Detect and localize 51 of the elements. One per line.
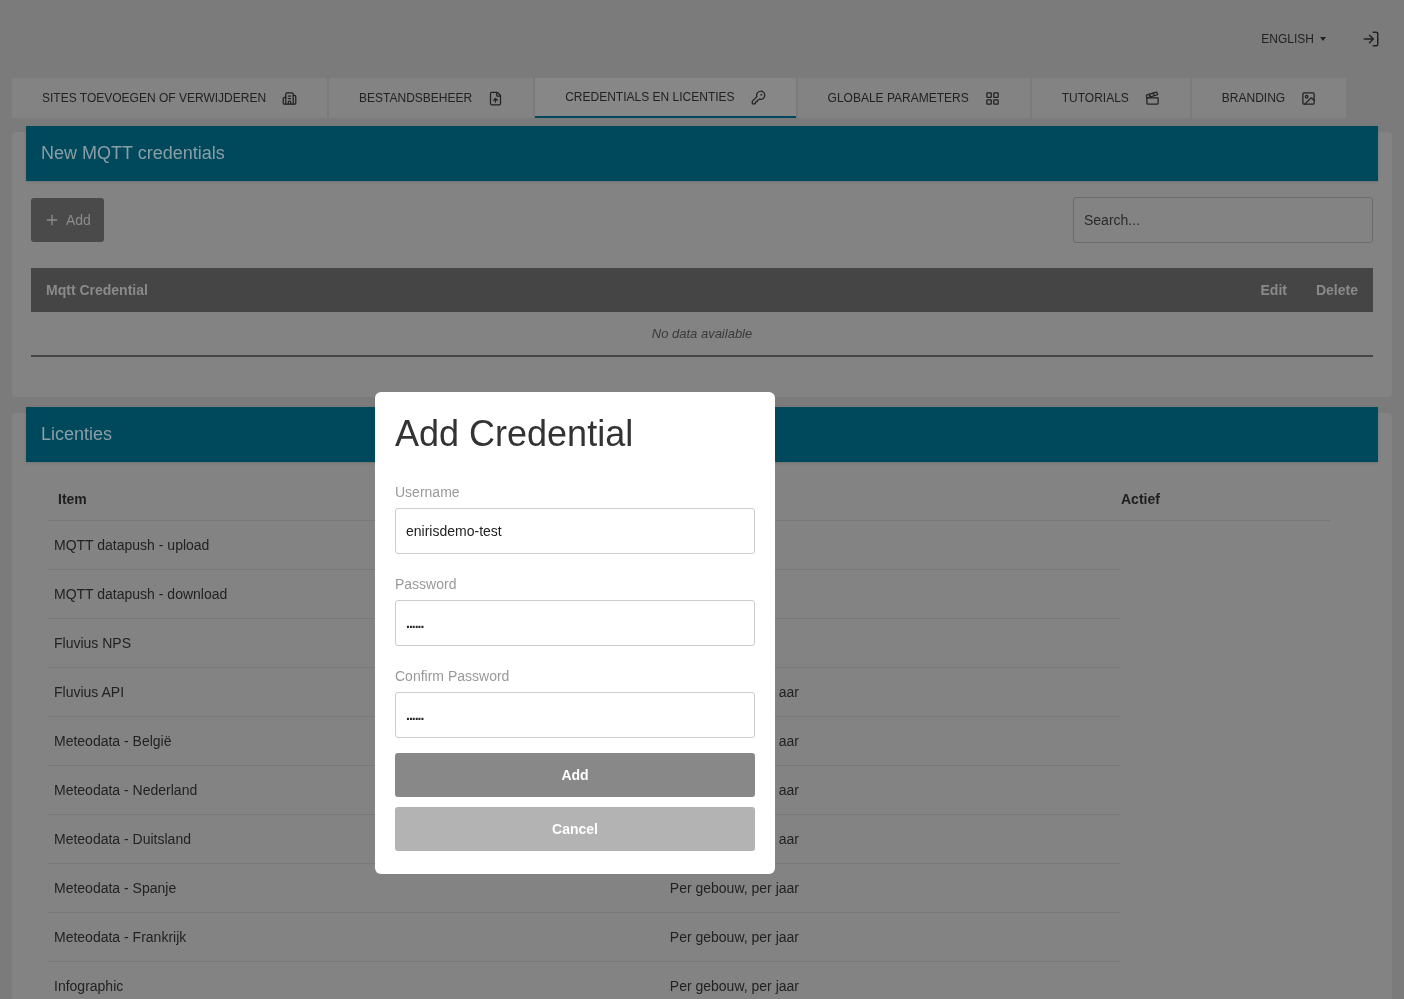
- table-cell-text: aar: [778, 682, 799, 702]
- table-cell-text: Meteodata - Spanje: [53, 878, 178, 898]
- language-dropdown[interactable]: ENGLISH: [1261, 30, 1326, 48]
- table-cell-text: Per gebouw, per jaar: [669, 927, 799, 947]
- nav-tab[interactable]: CREDENTIALS EN LICENTIES: [535, 78, 796, 118]
- table-cell-text: Meteodata - Frankrijk: [53, 927, 188, 947]
- input-field[interactable]: enirisdemo-test: [395, 508, 755, 554]
- column-header: Edit: [1260, 280, 1287, 300]
- search-field[interactable]: Search...: [1073, 197, 1373, 243]
- add-button[interactable]: Add: [31, 198, 104, 242]
- grid-icon: [984, 90, 1000, 106]
- nav-tab[interactable]: BRANDING: [1191, 78, 1347, 118]
- table-cell-text: aar: [778, 829, 799, 849]
- table-cell-text: aar: [778, 780, 799, 800]
- plus-icon: [44, 212, 60, 228]
- table-cell-text: Meteodata - Duitsland: [53, 829, 192, 849]
- building-icon: [282, 90, 298, 106]
- table-cell-text: MQTT datapush - download: [53, 584, 229, 604]
- table-cell-text: Infographic: [53, 976, 125, 996]
- card-title: New MQTT credentials: [41, 142, 225, 165]
- image-icon: [1301, 90, 1317, 106]
- field-label: Password: [395, 576, 458, 593]
- table-cell-text: Meteodata - Nederland: [53, 780, 199, 800]
- nav-tab[interactable]: TUTORIALS: [1031, 78, 1190, 118]
- caret-icon: [1320, 37, 1326, 41]
- file-upload-icon: [488, 90, 504, 106]
- table-cell-text: aar: [778, 731, 799, 751]
- column-header: Item: [58, 490, 87, 507]
- nav-tab[interactable]: BESTANDSBEHEER: [329, 78, 534, 118]
- column-header: Actief: [1121, 489, 1160, 509]
- table-cell-text: Fluvius API: [53, 682, 126, 702]
- column-header: Delete: [1315, 280, 1358, 300]
- nav-tab[interactable]: GLOBALE PARAMETERS: [797, 78, 1030, 118]
- dialog-title: Add Credential: [395, 412, 635, 456]
- field-label: Username: [395, 484, 461, 501]
- password-field[interactable]: ......: [395, 692, 755, 738]
- field-label: Confirm Password: [395, 668, 511, 685]
- nav-tab[interactable]: SITES TOEVOEGEN OF VERWIJDEREN: [12, 78, 328, 118]
- table-cell-text: Per gebouw, per jaar: [669, 878, 799, 898]
- table-cell-text: Per gebouw, per jaar: [669, 976, 799, 996]
- table-cell-text: MQTT datapush - upload: [53, 535, 211, 555]
- password-field[interactable]: ......: [395, 600, 755, 646]
- add-button[interactable]: Add: [395, 753, 755, 797]
- column-header: Mqtt Credential: [46, 280, 149, 300]
- table-cell-text: Fluvius NPS: [53, 633, 133, 653]
- empty-message: No data available: [651, 324, 753, 343]
- logout-icon[interactable]: [1362, 30, 1380, 48]
- card-title: Licenties: [41, 423, 113, 446]
- key-icon: [750, 89, 766, 105]
- table-cell-text: Meteodata - België: [53, 731, 173, 751]
- clapperboard-icon: [1144, 90, 1160, 106]
